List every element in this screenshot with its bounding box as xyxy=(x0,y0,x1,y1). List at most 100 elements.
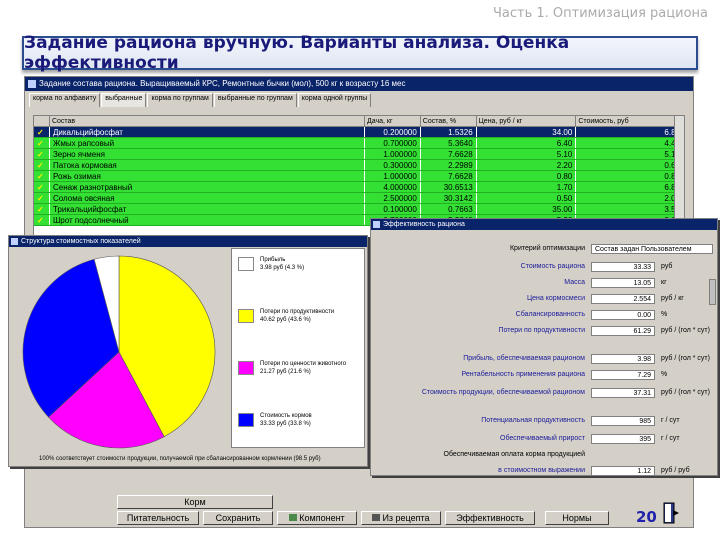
check-icon[interactable]: ✓ xyxy=(34,127,50,137)
check-icon[interactable]: ✓ xyxy=(34,182,50,192)
efficiency-value: 395 xyxy=(591,434,655,444)
tab-one-group[interactable]: корма одной группы xyxy=(297,93,372,107)
amount-cell: 4.000000 xyxy=(365,182,421,192)
efficiency-row: Обеспечиваемый прирост 395 г / сут xyxy=(371,433,717,445)
check-icon[interactable]: ✓ xyxy=(34,193,50,203)
app-icon xyxy=(11,238,18,245)
check-icon[interactable]: ✓ xyxy=(34,149,50,159)
tab-by-groups[interactable]: корма по группам xyxy=(147,93,213,107)
main-window-title: Задание состава рациона. Выращиваемый КР… xyxy=(39,79,406,88)
efficiency-row: Потенциальная продуктивность 985 г / сут xyxy=(371,415,717,427)
amount-cell: 0.200000 xyxy=(365,127,421,137)
feed-name-cell: Зерно ячменя xyxy=(50,149,365,159)
column-header-amount[interactable]: Дача, кг xyxy=(365,116,421,126)
efficiency-label: Сбалансированность xyxy=(515,311,585,318)
efficiency-row: Стоимость продукции, обеспечиваемой раци… xyxy=(371,387,717,399)
check-icon[interactable]: ✓ xyxy=(34,171,50,181)
price-cell: 1.70 xyxy=(477,182,577,192)
percent-cell: 7.6628 xyxy=(421,149,477,159)
efficiency-unit: руб xyxy=(661,263,673,270)
cost-cell: 5.10 xyxy=(576,149,684,159)
efficiency-label: Потери по продуктивности xyxy=(498,327,585,334)
efficiency-label: Потенциальная продуктивность xyxy=(481,417,585,424)
nutrition-button[interactable]: Питательность xyxy=(117,511,199,525)
feed-name-cell: Сенаж разнотравный xyxy=(50,182,365,192)
eff-window-title: Эффективность рациона xyxy=(383,221,465,228)
table-row[interactable]: ✓ Рожь озимая 1.000000 7.6628 0.80 0.80 xyxy=(34,171,684,182)
efficiency-label: Рентабельность применения рациона xyxy=(461,371,585,378)
table-row[interactable]: ✓ Зерно ячменя 1.000000 7.6628 5.10 5.10 xyxy=(34,149,684,160)
price-cell: 0.80 xyxy=(477,171,577,181)
pie-window-titlebar[interactable]: Структура стоимостных показателей xyxy=(9,236,367,247)
efficiency-label: Прибыль, обеспечиваемая рационом xyxy=(463,355,585,362)
cost-cell: 6.80 xyxy=(576,127,684,137)
cost-cell: 3.50 xyxy=(576,204,684,214)
check-icon[interactable]: ✓ xyxy=(34,138,50,148)
component-icon xyxy=(289,514,298,521)
eff-window-titlebar[interactable]: Эффективность рациона xyxy=(371,219,717,230)
efficiency-label: Стоимость рациона xyxy=(520,263,585,270)
efficiency-value: 985 xyxy=(591,416,655,426)
efficiency-unit: руб / (гол * сут) xyxy=(661,389,710,396)
legend-swatch xyxy=(238,413,254,427)
percent-cell: 30.3142 xyxy=(421,193,477,203)
efficiency-value: Состав задан Пользователем xyxy=(591,244,713,254)
percent-cell: 1.5326 xyxy=(421,127,477,137)
price-cell: 34.00 xyxy=(477,127,577,137)
column-header-cost[interactable]: Стоимость, руб xyxy=(576,116,684,126)
efficiency-row: Потери по продуктивности 61.29 руб / (гол … xyxy=(371,325,717,337)
column-header-price[interactable]: Цена, руб / кг xyxy=(477,116,577,126)
recipe-icon xyxy=(372,514,381,521)
efficiency-row: в стоимостном выражении 1.12 руб / руб xyxy=(371,465,717,477)
tab-selected-by-groups[interactable]: выбранные по группам xyxy=(213,93,297,107)
from-recipe-button[interactable]: Из рецепта xyxy=(361,511,441,525)
legend-value: 3.98 руб (4.3 %) xyxy=(260,265,305,271)
column-header-percent[interactable]: Состав, % xyxy=(421,116,477,126)
table-row[interactable]: ✓ Трикальцийфосфат 0.100000 0.7663 35.00 3.50 xyxy=(34,204,684,215)
efficiency-button[interactable]: Эффективность xyxy=(445,511,535,525)
pie-footer-note: 100% соответствует стоимости продукции, … xyxy=(39,456,321,462)
cost-cell: 0.66 xyxy=(576,160,684,170)
eff-scrollbar[interactable] xyxy=(709,279,716,305)
cost-cell: 6.80 xyxy=(576,182,684,192)
check-icon[interactable]: ✓ xyxy=(34,215,50,225)
legend-swatch xyxy=(238,309,254,323)
price-cell: 5.10 xyxy=(477,149,577,159)
efficiency-unit: % xyxy=(661,371,668,378)
exit-door-icon[interactable] xyxy=(662,502,680,524)
feed-button[interactable]: Корм xyxy=(117,495,273,509)
table-row[interactable]: ✓ Солома овсяная 2.500000 30.3142 0.50 2.00 xyxy=(34,193,684,204)
feed-name-cell: Шрот подсолнечный xyxy=(50,215,365,225)
efficiency-label: Стоимость продукции, обеспечиваемой раци… xyxy=(421,389,585,396)
table-row[interactable]: ✓ Жмых рапсовый 0.700000 5.3640 6.40 4.40 xyxy=(34,138,684,149)
component-button[interactable]: Компонент xyxy=(277,511,357,525)
table-header: Состав Дача, кг Состав, % Цена, руб / кг… xyxy=(34,116,684,127)
efficiency-row: Масса 13.05 кг xyxy=(371,277,717,289)
legend-label: Потери по продуктивности xyxy=(260,309,335,315)
table-row[interactable]: ✓ Сенаж разнотравный 4.000000 30.6513 1.70 6.… xyxy=(34,182,684,193)
amount-cell: 1.000000 xyxy=(365,171,421,181)
efficiency-label: Цена кормосмеси xyxy=(526,295,585,302)
amount-cell: 0.100000 xyxy=(365,204,421,214)
legend-label: Стоимость кормов xyxy=(260,413,312,419)
efficiency-unit: руб / (гол * сут) xyxy=(661,355,710,362)
norms-button[interactable]: Нормы xyxy=(545,511,609,525)
check-icon[interactable]: ✓ xyxy=(34,204,50,214)
efficiency-row: Прибыль, обеспечиваемая рационом 3.98 руб … xyxy=(371,353,717,365)
save-button[interactable]: Сохранить xyxy=(203,511,273,525)
main-window-titlebar[interactable]: Задание состава рациона. Выращиваемый КР… xyxy=(25,77,693,91)
efficiency-row: Критерий оптимизации Состав задан Пользов… xyxy=(371,243,717,255)
efficiency-value: 1.12 xyxy=(591,466,655,476)
check-icon[interactable]: ✓ xyxy=(34,160,50,170)
table-row[interactable]: ✓ Дикальцийфосфат 0.200000 1.5326 34.00 6.80 xyxy=(34,127,684,138)
tab-selected[interactable]: выбранные xyxy=(101,93,147,107)
column-header-composition[interactable]: Состав xyxy=(50,116,365,126)
feed-name-cell: Трикальцийфосфат xyxy=(50,204,365,214)
tab-alphabetical[interactable]: корма по алфавиту xyxy=(29,93,101,107)
amount-cell: 2.500000 xyxy=(365,193,421,203)
efficiency-value: 0.00 xyxy=(591,310,655,320)
efficiency-unit: руб / (гол * сут) xyxy=(661,327,710,334)
table-row[interactable]: ✓ Патока кормовая 0.300000 2.2989 2.20 0.66 xyxy=(34,160,684,171)
efficiency-value: 33.33 xyxy=(591,262,655,272)
efficiency-unit: руб / кг xyxy=(661,295,684,302)
